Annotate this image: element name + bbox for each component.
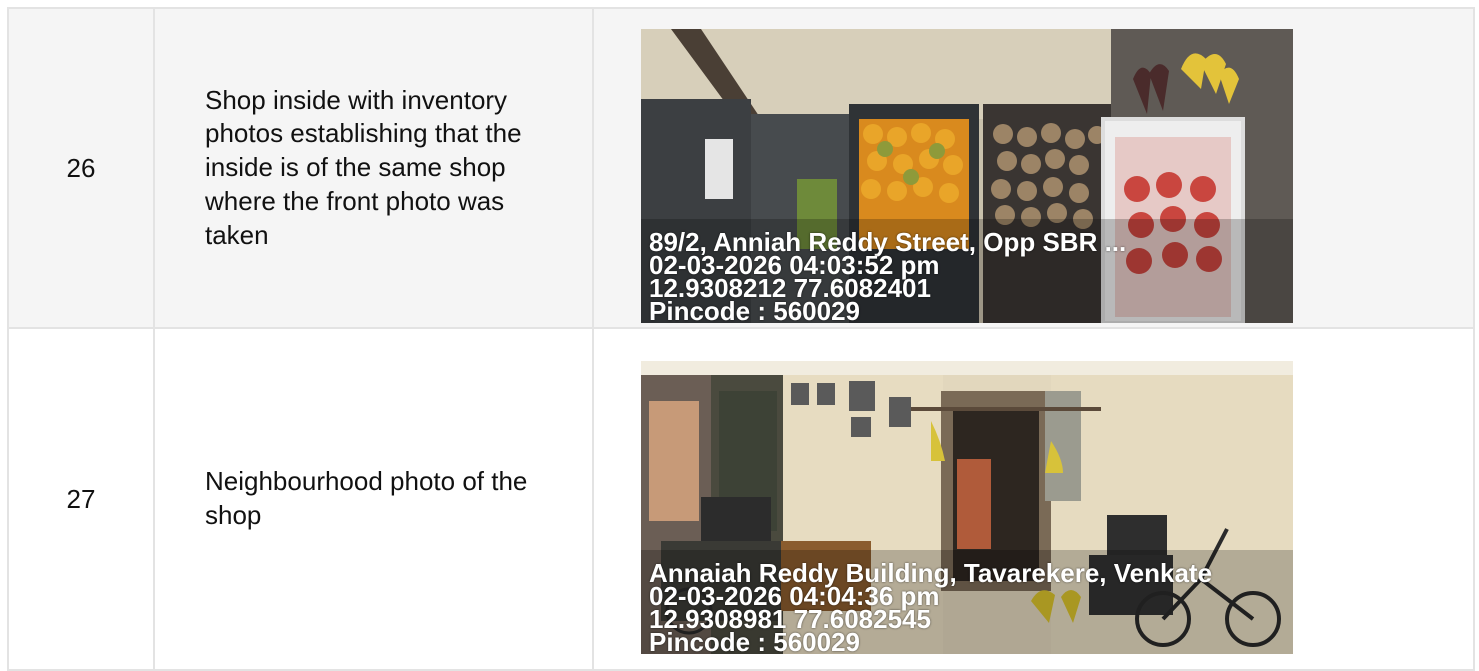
geo-stamp: Annaiah Reddy Building, Tavarekere, Venk… — [649, 560, 1212, 654]
stamp-pincode: Pincode : 560029 — [649, 296, 860, 323]
inventory-photo[interactable]: 89/2, Anniah Reddy Street, Opp SBR ... 0… — [641, 29, 1293, 323]
row-number: 26 — [7, 7, 155, 329]
table-row: 26 Shop inside with inventory photos est… — [7, 7, 1475, 329]
inspection-photo-table: 26 Shop inside with inventory photos est… — [7, 7, 1475, 671]
stamp-pincode: Pincode : 560029 — [649, 626, 860, 654]
table-row: 27 Neighbourhood photo of the shop Annai… — [7, 327, 1475, 671]
row-description-cell: Shop inside with inventory photos establ… — [153, 7, 594, 329]
row-number: 27 — [7, 327, 155, 671]
geo-stamp: 89/2, Anniah Reddy Street, Opp SBR ... 0… — [649, 229, 1126, 323]
neighbourhood-photo[interactable]: Annaiah Reddy Building, Tavarekere, Venk… — [641, 360, 1293, 654]
row-description: Neighbourhood photo of the shop — [205, 466, 528, 530]
photo-cell: 89/2, Anniah Reddy Street, Opp SBR ... 0… — [592, 7, 1475, 329]
photo-cell: Annaiah Reddy Building, Tavarekere, Venk… — [592, 327, 1475, 671]
row-description: Shop inside with inventory photos establ… — [205, 84, 522, 250]
row-description-cell: Neighbourhood photo of the shop — [153, 327, 594, 671]
